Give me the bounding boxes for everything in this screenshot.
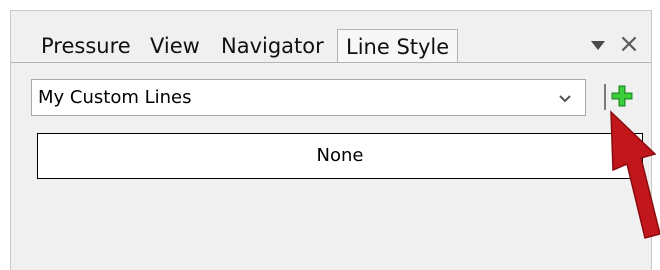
dropdown-selected-value: My Custom Lines: [38, 87, 192, 108]
line-style-preset-dropdown[interactable]: My Custom Lines: [31, 79, 586, 116]
red-arrow-icon: [610, 110, 660, 239]
line-style-panel: Pressure View Navigator Line Style × My …: [10, 10, 652, 270]
tab-line-style[interactable]: Line Style: [337, 29, 459, 63]
triangle-down-icon[interactable]: [591, 41, 605, 50]
toolbar-separator: [604, 84, 606, 110]
tab-bar: Pressure View Navigator Line Style ×: [11, 11, 651, 63]
chevron-down-icon: [559, 95, 571, 103]
close-icon[interactable]: ×: [617, 31, 641, 57]
tab-navigator[interactable]: Navigator: [221, 33, 324, 59]
tab-pressure[interactable]: Pressure: [41, 33, 131, 59]
tabbar-divider: [11, 62, 651, 63]
line-style-list-item[interactable]: None: [37, 133, 643, 179]
plus-icon[interactable]: [611, 85, 633, 107]
tab-view[interactable]: View: [150, 33, 200, 59]
